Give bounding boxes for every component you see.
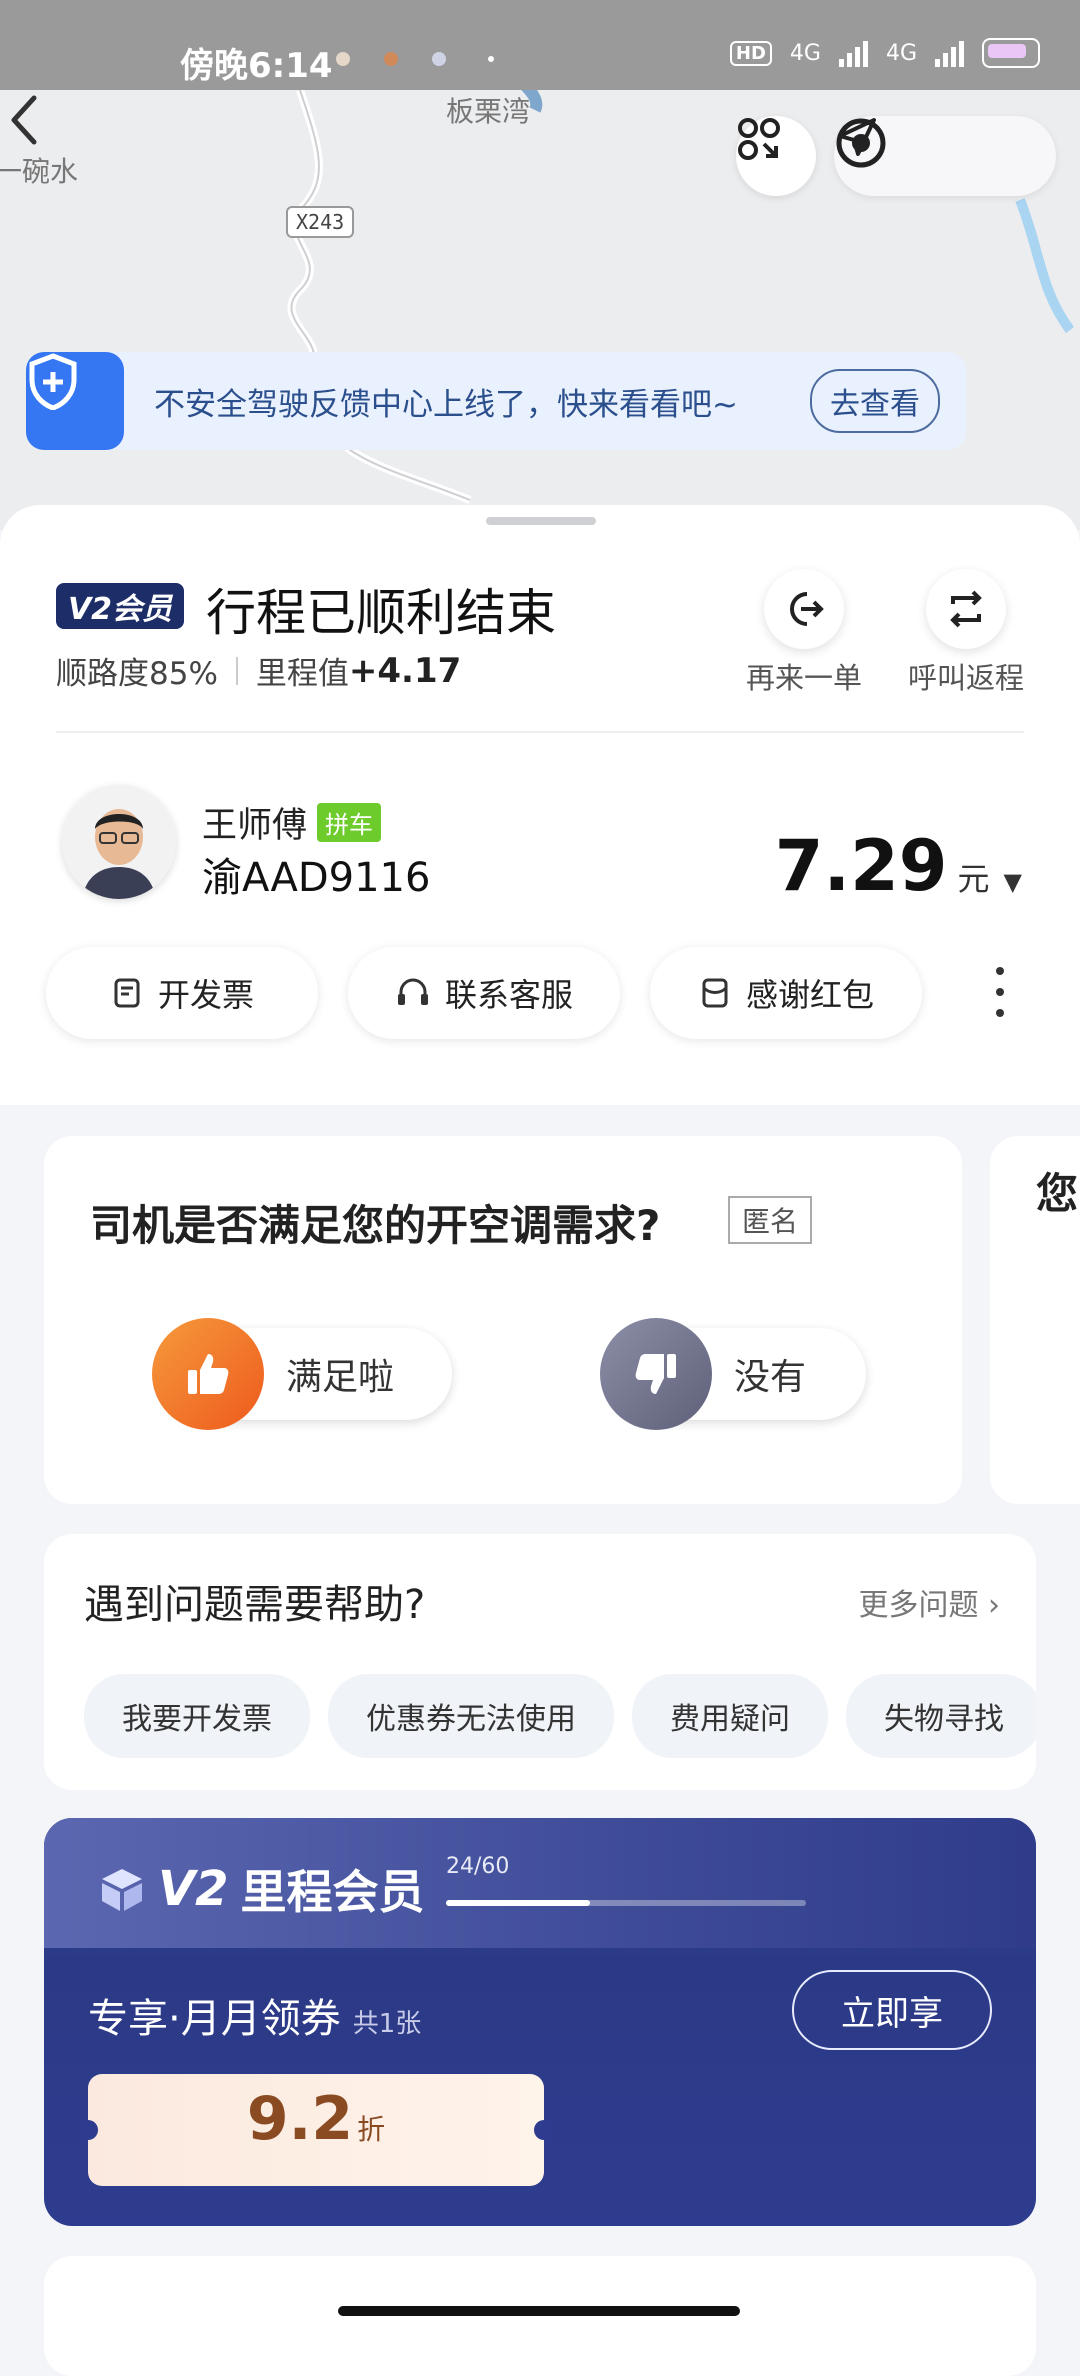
vip-coupon-count: 共1张 bbox=[352, 2009, 422, 2039]
route-match-rate: 顺路度85% bbox=[56, 656, 218, 692]
headset-icon bbox=[397, 978, 428, 1005]
chevron-right-icon: › bbox=[988, 1588, 1000, 1623]
thanks-red-packet-label: 感谢红包 bbox=[745, 976, 874, 1014]
invoice-icon bbox=[114, 978, 140, 1008]
signal-icon bbox=[838, 39, 868, 67]
return-trip-button[interactable] bbox=[926, 569, 1006, 649]
fare-amount[interactable]: 7.29 元 ▼ bbox=[775, 825, 1022, 907]
view-notice-button[interactable]: 去查看 bbox=[810, 369, 940, 433]
red-packet-icon bbox=[702, 978, 728, 1008]
scan-icon bbox=[738, 118, 780, 160]
notice-text: 不安全驾驶反馈中心上线了，快来看看吧~ bbox=[154, 386, 738, 423]
thumbs-down-icon bbox=[600, 1318, 712, 1430]
trip-title: 行程已顺利结束 bbox=[206, 584, 556, 642]
notification-icon bbox=[336, 52, 350, 66]
fare-unit: 元 bbox=[957, 860, 990, 898]
map-place-label: 一碗水 bbox=[0, 155, 79, 188]
discount-value: 9.2 bbox=[246, 2084, 354, 2154]
next-card bbox=[44, 2256, 1036, 2376]
thanks-red-packet-button[interactable]: 感谢红包 bbox=[650, 947, 922, 1039]
vip-logo: V2 里程会员 bbox=[98, 1856, 425, 1922]
trip-stats: 顺路度85% 里程值 +4.17 bbox=[56, 648, 461, 693]
battery-icon bbox=[982, 38, 1040, 68]
vip-subtitle-row: 专享·月月领券 共1张 bbox=[88, 1986, 421, 2044]
satisfied-button[interactable]: 满足啦 bbox=[152, 1318, 452, 1430]
vip-logo-v2: V2 bbox=[158, 1861, 229, 1917]
invoice-label: 开发票 bbox=[157, 976, 254, 1014]
swap-icon bbox=[950, 590, 982, 628]
more-questions-label: 更多问题 bbox=[858, 1588, 979, 1623]
not-satisfied-label: 没有 bbox=[734, 1357, 807, 1398]
order-again-icon bbox=[790, 592, 824, 626]
status-icons: HD 4G 4G bbox=[729, 38, 1040, 68]
order-again-button[interactable] bbox=[764, 569, 844, 649]
map-view[interactable]: 板栗湾 一碗水 X243 不安全驾驶反馈中心上线了，快来看看吧~ 去查看 bbox=[0, 90, 1080, 530]
discount-coupon[interactable]: 9.2 折 bbox=[78, 2074, 554, 2186]
network-type: 4G bbox=[885, 40, 917, 66]
signal-icon bbox=[935, 39, 964, 67]
vip-progress-label: 24/60 bbox=[446, 1854, 510, 1879]
status-bar: 傍晚6:14 HD 4G 4G bbox=[0, 0, 1080, 90]
hd-icon: HD bbox=[729, 40, 772, 66]
more-options-icon[interactable] bbox=[994, 967, 1006, 1017]
scan-icon-button[interactable] bbox=[736, 116, 816, 196]
anonymous-tag: 匿名 bbox=[728, 1196, 813, 1244]
mileage-label: 里程值 bbox=[255, 656, 349, 692]
vip-progress-bar bbox=[446, 1900, 806, 1906]
next-survey-text: 您 bbox=[1036, 1169, 1079, 1218]
vip-cube-icon bbox=[102, 1869, 142, 1911]
driver-name: 王师傅 bbox=[202, 806, 308, 846]
not-satisfied-button[interactable]: 没有 bbox=[600, 1318, 866, 1430]
help-card: 遇到问题需要帮助? 更多问题 › 我要开发票 优惠券无法使用 费用疑问 失物寻找 bbox=[44, 1534, 1036, 1790]
help-chip-coupon[interactable]: 优惠券无法使用 bbox=[328, 1674, 614, 1758]
vip-logo-text: 里程会员 bbox=[240, 1865, 425, 1919]
help-chip-fee[interactable]: 费用疑问 bbox=[632, 1674, 828, 1758]
drag-handle[interactable] bbox=[486, 517, 596, 525]
help-chip-lost-item[interactable]: 失物寻找 bbox=[846, 1674, 1036, 1758]
license-plate: 渝AAD9116 bbox=[202, 855, 431, 901]
back-arrow-icon[interactable] bbox=[0, 90, 50, 150]
contact-service-label: 联系客服 bbox=[444, 976, 573, 1014]
satisfied-label: 满足啦 bbox=[286, 1357, 395, 1398]
mileage-value: +4.17 bbox=[348, 650, 462, 691]
more-notifications-icon bbox=[488, 56, 494, 62]
contact-service-button[interactable]: 联系客服 bbox=[348, 947, 620, 1039]
vip-subtitle: 专享·月月领券 bbox=[88, 1996, 341, 2042]
divider bbox=[56, 731, 1024, 733]
caret-down-icon: ▼ bbox=[1003, 868, 1022, 896]
notification-icon bbox=[384, 52, 398, 66]
trip-summary-sheet: V2会员 行程已顺利结束 顺路度85% 里程值 +4.17 再来一单 呼叫返程 … bbox=[0, 505, 1080, 1105]
driver-name-row: 王师傅 拼车 bbox=[202, 797, 382, 848]
location-target-icon[interactable] bbox=[834, 116, 888, 170]
enjoy-now-button[interactable]: 立即享 bbox=[792, 1970, 992, 2050]
help-title: 遇到问题需要帮助? bbox=[84, 1582, 426, 1628]
vip-progress-fill bbox=[446, 1900, 590, 1906]
map-place-label: 板栗湾 bbox=[446, 95, 531, 128]
survey-question: 司机是否满足您的开空调需求? bbox=[90, 1201, 661, 1250]
home-indicator[interactable] bbox=[338, 2306, 740, 2316]
invoice-button[interactable]: 开发票 bbox=[46, 947, 318, 1039]
fare-number: 7.29 bbox=[774, 825, 948, 907]
vip-membership-card[interactable]: V2 里程会员 24/60 专享·月月领券 共1张 立即享 9.2 折 bbox=[44, 1818, 1036, 2226]
order-again-label[interactable]: 再来一单 bbox=[734, 655, 874, 697]
thumbs-up-icon bbox=[152, 1318, 264, 1430]
discount-unit: 折 bbox=[357, 2113, 386, 2146]
notification-icon bbox=[432, 52, 446, 66]
status-time: 傍晚6:14 bbox=[180, 46, 333, 86]
vip-badge: V2会员 bbox=[56, 583, 184, 629]
carpool-tag: 拼车 bbox=[317, 803, 382, 842]
more-questions-link[interactable]: 更多问题 › bbox=[858, 1580, 1000, 1624]
safety-notice-banner[interactable]: 不安全驾驶反馈中心上线了，快来看看吧~ 去查看 bbox=[26, 352, 966, 450]
network-type: 4G bbox=[789, 40, 821, 66]
help-chip-list: 我要开发票 优惠券无法使用 费用疑问 失物寻找 bbox=[84, 1674, 1036, 1758]
map-controls bbox=[834, 116, 1056, 196]
road-tag: X243 bbox=[286, 206, 355, 238]
help-chip-invoice[interactable]: 我要开发票 bbox=[84, 1674, 310, 1758]
driver-avatar[interactable] bbox=[62, 785, 176, 899]
return-trip-label[interactable]: 呼叫返程 bbox=[896, 655, 1036, 697]
survey-card: 司机是否满足您的开空调需求? 匿名 满足啦 没有 bbox=[44, 1136, 962, 1504]
shield-icon bbox=[26, 352, 124, 450]
action-buttons: 开发票 联系客服 感谢红包 bbox=[46, 947, 922, 1039]
